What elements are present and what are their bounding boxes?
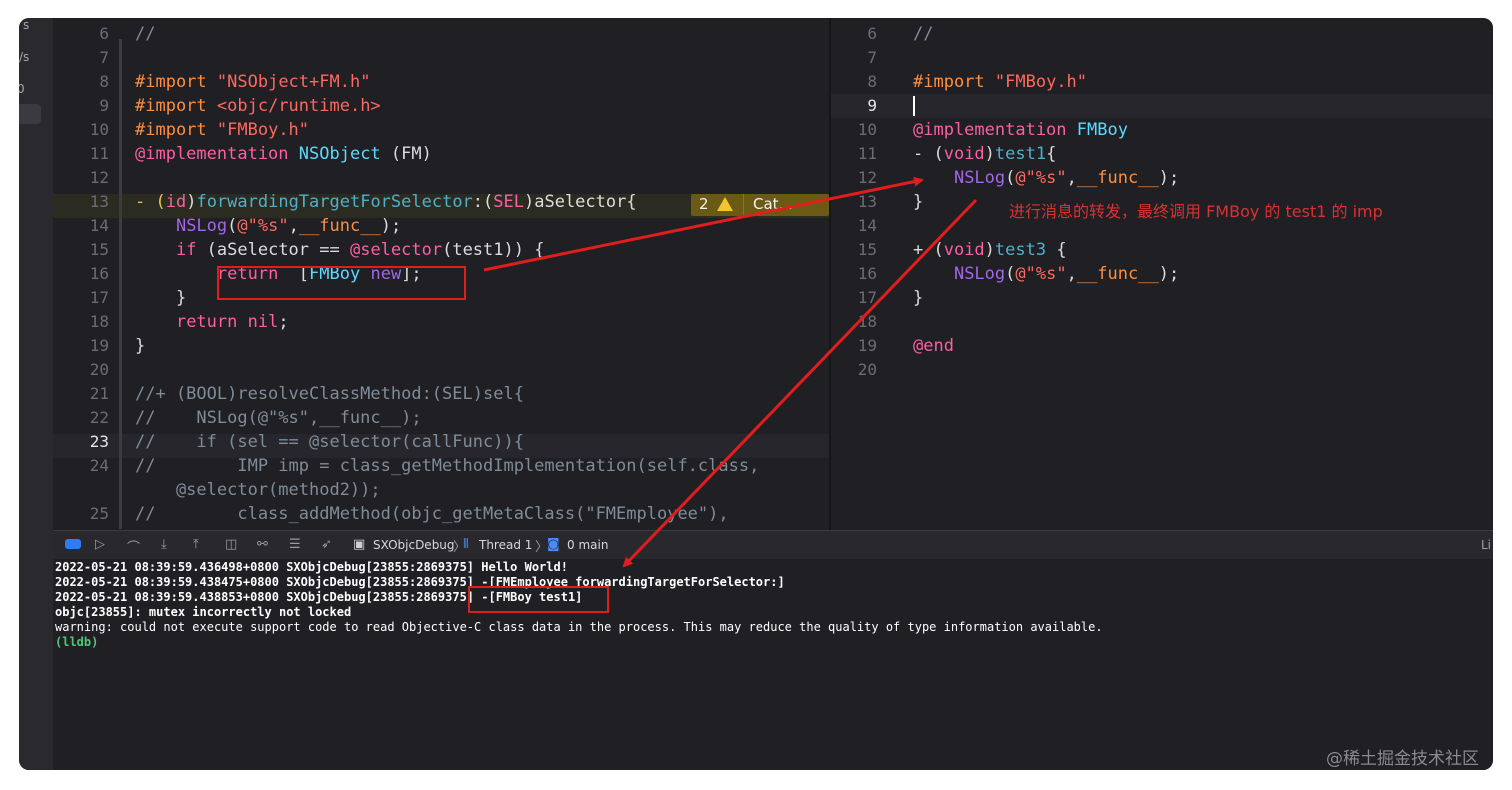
watermark: @稀土掘金技术社区	[1326, 749, 1479, 769]
arrow-to-test1	[483, 176, 924, 272]
annotation-arrows	[483, 176, 978, 568]
arrow-to-console	[622, 198, 978, 568]
